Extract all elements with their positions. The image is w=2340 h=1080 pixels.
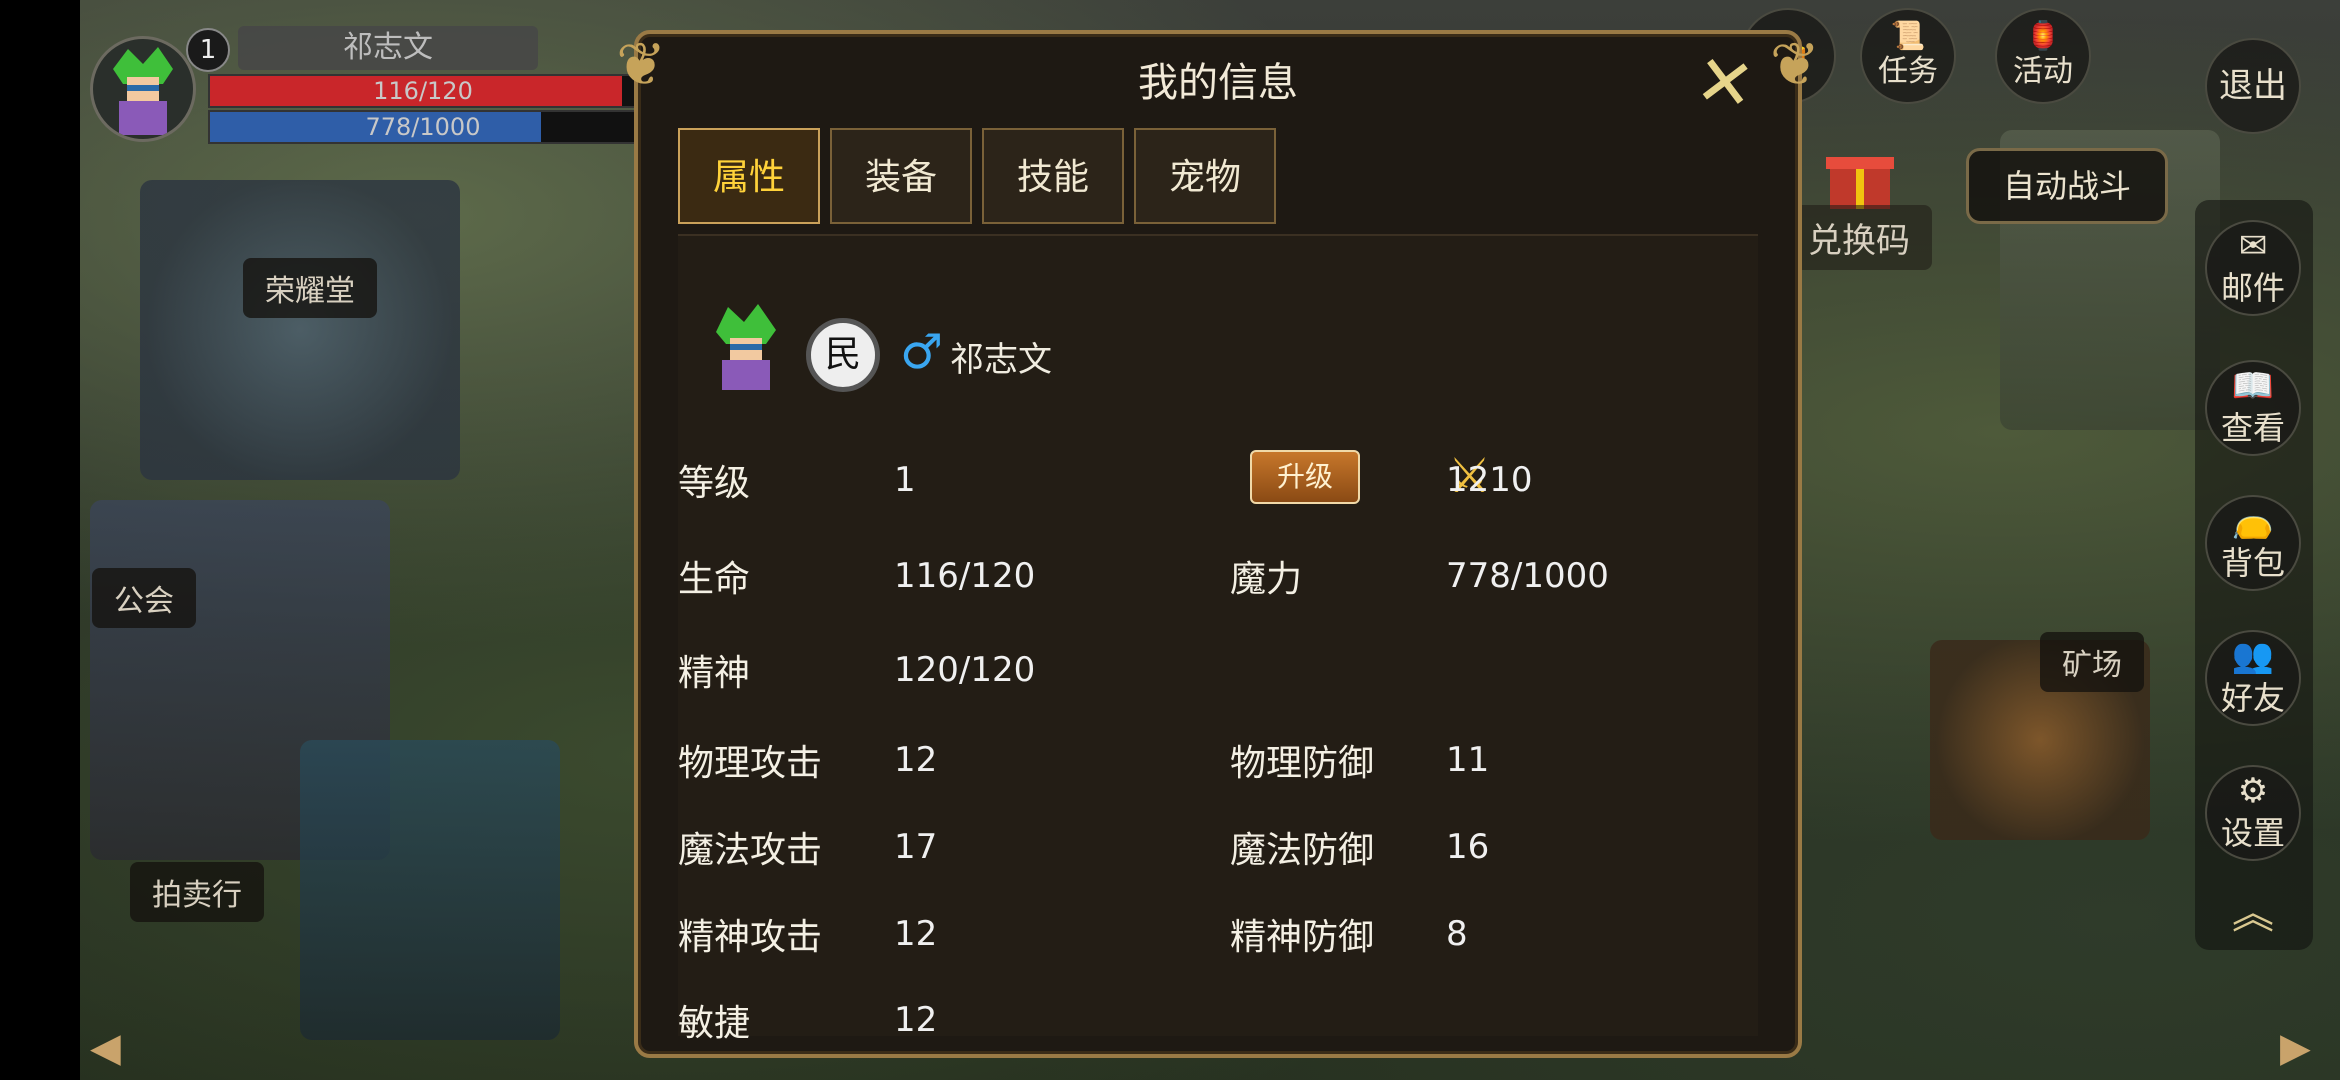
agility-label: 敏捷: [678, 1003, 751, 1044]
player-avatar[interactable]: [90, 36, 196, 142]
phys-def-value: 11: [1446, 740, 1490, 780]
hp-label: 生命: [678, 559, 751, 600]
player-name: 祁志文: [238, 26, 538, 70]
power-value: 1210: [1446, 460, 1533, 500]
mag-atk-label: 魔法攻击: [678, 830, 823, 871]
tab-skills[interactable]: 技能: [982, 128, 1124, 224]
right-arrow-icon[interactable]: ▶: [2280, 1025, 2311, 1071]
player-level-badge: 1: [186, 28, 230, 72]
settings-button[interactable]: ⚙ 设置: [2205, 765, 2301, 861]
tab-pets[interactable]: 宠物: [1134, 128, 1276, 224]
close-icon[interactable]: ✕: [1685, 38, 1764, 127]
upgrade-button[interactable]: 升级: [1250, 450, 1360, 504]
bag-icon: 👝: [2231, 501, 2275, 541]
map-label-glory-hall[interactable]: 荣耀堂: [243, 258, 377, 318]
player-portrait-icon: [113, 47, 173, 135]
character-sprite-icon: [716, 304, 776, 390]
tab-attributes[interactable]: 属性: [678, 128, 820, 224]
phys-atk-value: 12: [894, 740, 938, 780]
redeem-code-button[interactable]: 兑换码: [1786, 205, 1932, 270]
glory-hall-building[interactable]: [140, 180, 460, 480]
mp-bar-text: 778/1000: [365, 113, 481, 141]
scroll-icon: 📜: [1890, 19, 1926, 52]
attributes-content: 民 ♂ 祁志文 等级 1 升级 ⚔ 1210 生命 116/120 魔力 778…: [678, 234, 1758, 1044]
mag-atk-value: 17: [894, 827, 938, 867]
player-mp-bar: 778/1000: [208, 110, 638, 144]
exit-button-label: 退出: [2219, 66, 2287, 106]
task-button[interactable]: 📜 任务: [1860, 8, 1956, 104]
spirit-value: 120/120: [894, 650, 1036, 690]
mail-label: 邮件: [2220, 269, 2285, 307]
mp-label: 魔力: [1230, 559, 1303, 600]
level-value: 1: [894, 460, 916, 500]
character-name: 祁志文: [950, 340, 1052, 380]
character-sprite: [706, 302, 786, 392]
agility-value: 12: [894, 1000, 938, 1040]
mail-icon: ✉: [2238, 226, 2268, 266]
view-label: 查看: [2220, 409, 2285, 447]
spi-def-label: 精神防御: [1230, 917, 1375, 958]
class-badge-icon: 民: [806, 318, 880, 392]
auction-building[interactable]: [300, 740, 560, 1040]
friends-label: 好友: [2220, 679, 2285, 717]
panel-title: 我的信息: [1138, 60, 1298, 106]
activity-button[interactable]: 🏮 活动: [1995, 8, 2091, 104]
map-label-auction[interactable]: 拍卖行: [130, 862, 264, 922]
hp-value: 116/120: [894, 556, 1036, 596]
map-label-mine[interactable]: 矿场: [2040, 632, 2144, 692]
activity-button-label: 活动: [2013, 54, 2073, 89]
spi-atk-value: 12: [894, 914, 938, 954]
player-hp-bar: 116/120: [208, 74, 638, 108]
male-gender-icon: ♂: [900, 324, 944, 380]
friends-button[interactable]: 👥 好友: [2205, 630, 2301, 726]
mag-def-label: 魔法防御: [1230, 830, 1375, 871]
spirit-label: 精神: [678, 653, 751, 694]
redeem-gift-icon[interactable]: [1820, 135, 1900, 215]
view-button[interactable]: 📖 查看: [2205, 360, 2301, 456]
task-button-label: 任务: [1878, 54, 1938, 89]
gear-icon: ⚙: [2237, 771, 2269, 811]
hp-bar-text: 116/120: [373, 77, 473, 105]
auto-battle-button[interactable]: 自动战斗: [1966, 148, 2168, 224]
spi-def-value: 8: [1446, 914, 1468, 954]
book-icon: 📖: [2231, 366, 2275, 406]
collapse-menu-icon[interactable]: ︽: [2220, 880, 2286, 938]
mail-button[interactable]: ✉ 邮件: [2205, 220, 2301, 316]
mag-def-value: 16: [1446, 827, 1490, 867]
my-info-panel: ❦ ❦ 我的信息 ✕ 属性 装备 技能 宠物 民 ♂ 祁志文 等级 1 升级 ⚔…: [616, 30, 1820, 1058]
phys-atk-label: 物理攻击: [678, 743, 823, 784]
level-label: 等级: [678, 463, 751, 504]
tab-equipment[interactable]: 装备: [830, 128, 972, 224]
friends-icon: 👥: [2231, 636, 2275, 676]
spi-atk-label: 精神攻击: [678, 917, 823, 958]
phys-def-label: 物理防御: [1230, 743, 1375, 784]
map-label-guild[interactable]: 公会: [92, 568, 196, 628]
player-status-panel[interactable]: 1 祁志文 116/120 778/1000: [90, 20, 638, 150]
exit-button[interactable]: 退出: [2205, 38, 2301, 134]
mp-value: 778/1000: [1446, 556, 1609, 596]
bag-button[interactable]: 👝 背包: [2205, 495, 2301, 591]
left-arrow-icon[interactable]: ◀: [90, 1025, 121, 1071]
bag-label: 背包: [2220, 544, 2285, 582]
activity-icon: 🏮: [2025, 19, 2061, 52]
settings-label: 设置: [2220, 814, 2285, 852]
